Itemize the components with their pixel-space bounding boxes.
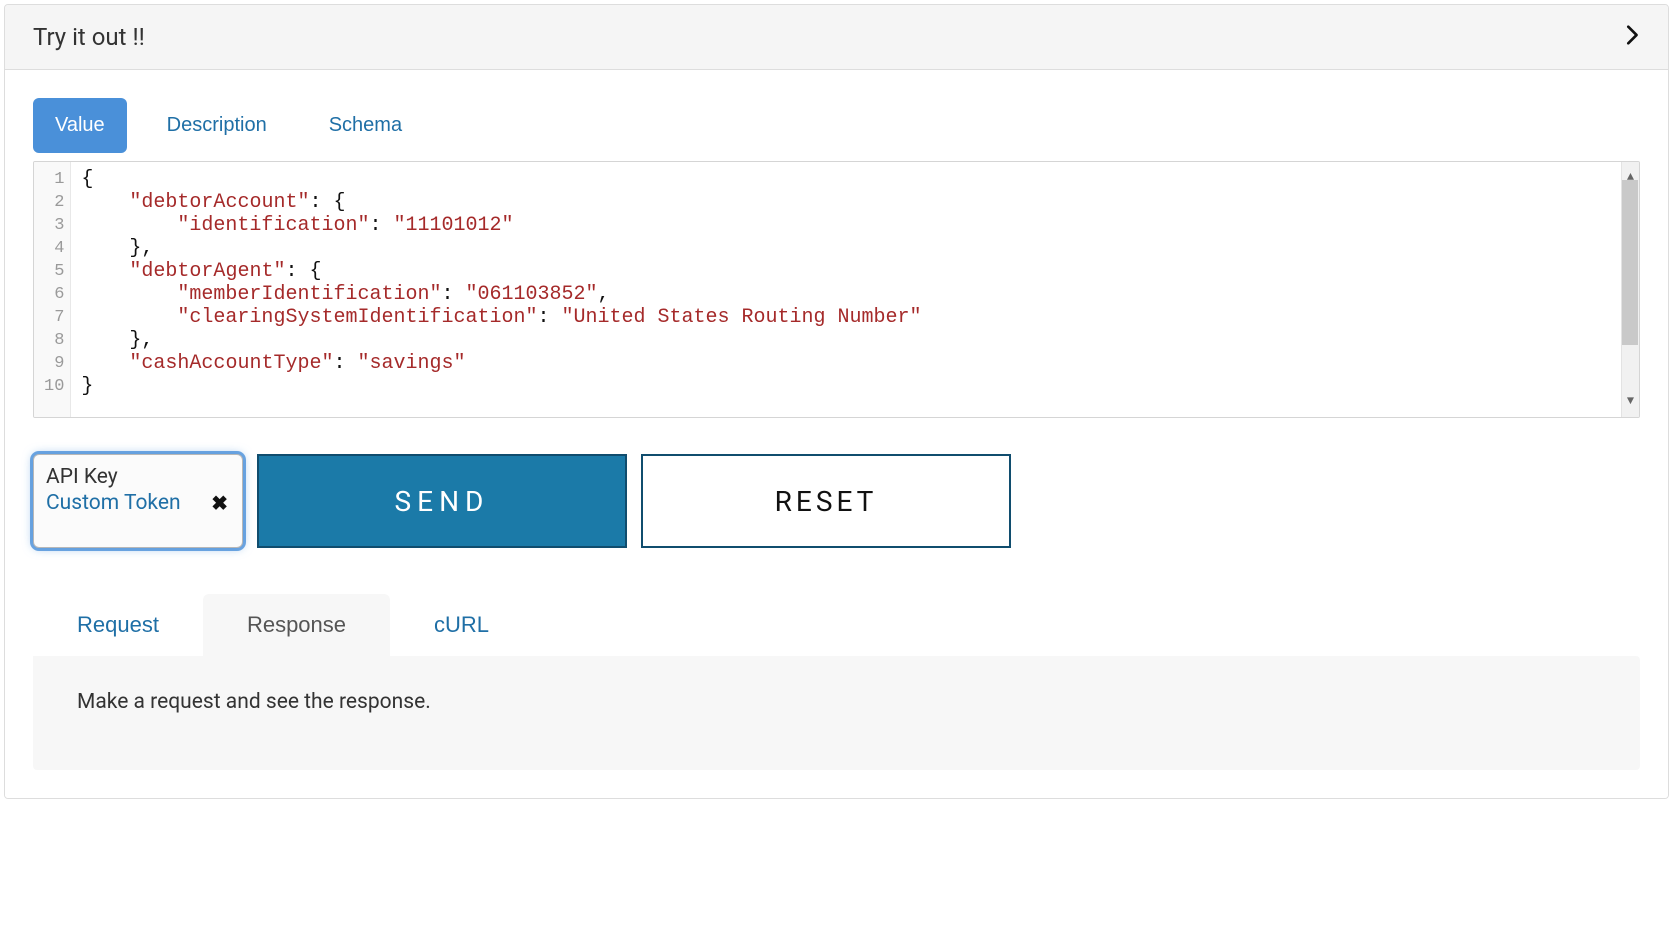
tab-response[interactable]: Response [203, 594, 390, 656]
line-number: 1 [44, 168, 64, 191]
tab-request[interactable]: Request [33, 594, 203, 656]
tab-curl[interactable]: cURL [390, 594, 533, 656]
line-number: 3 [44, 214, 64, 237]
tab-schema[interactable]: Schema [307, 98, 424, 153]
api-key-label: API Key [46, 465, 228, 489]
line-number: 4 [44, 237, 64, 260]
close-icon[interactable]: ✖ [211, 493, 228, 513]
panel-title: Try it out !! [33, 23, 145, 51]
api-key-selector[interactable]: API Key Custom Token ✖ [33, 454, 243, 548]
panel-body: Value Description Schema 1 2 3 4 5 6 7 8… [5, 70, 1668, 798]
body-tabs: Value Description Schema [33, 98, 1640, 153]
editor-scrollbar[interactable]: ▲ ▼ [1621, 162, 1639, 417]
panel-header[interactable]: Try it out !! [5, 5, 1668, 70]
scroll-thumb[interactable] [1622, 180, 1638, 345]
line-number: 7 [44, 306, 64, 329]
line-gutter: 1 2 3 4 5 6 7 8 9 10 [34, 162, 71, 417]
scroll-down-icon[interactable]: ▼ [1627, 386, 1634, 417]
result-section: Request Response cURL Make a request and… [33, 594, 1640, 770]
tab-value[interactable]: Value [33, 98, 127, 153]
line-number: 6 [44, 283, 64, 306]
code-content[interactable]: { "debtorAccount": { "identification": "… [71, 162, 931, 417]
reset-button[interactable]: RESET [641, 454, 1011, 548]
result-tabs: Request Response cURL [33, 594, 1640, 656]
tab-description[interactable]: Description [145, 98, 289, 153]
json-editor[interactable]: 1 2 3 4 5 6 7 8 9 10 { "debtorAccount": … [33, 161, 1640, 418]
try-it-out-panel: Try it out !! Value Description Schema 1… [4, 4, 1669, 799]
line-number: 8 [44, 329, 64, 352]
line-number: 2 [44, 191, 64, 214]
custom-token-link[interactable]: Custom Token [46, 491, 181, 515]
line-number: 9 [44, 352, 64, 375]
send-button[interactable]: SEND [257, 454, 627, 548]
chevron-right-icon [1622, 24, 1640, 50]
response-placeholder: Make a request and see the response. [33, 656, 1640, 770]
line-number: 10 [44, 375, 64, 398]
line-number: 5 [44, 260, 64, 283]
controls-row: API Key Custom Token ✖ SEND RESET [33, 454, 1640, 548]
